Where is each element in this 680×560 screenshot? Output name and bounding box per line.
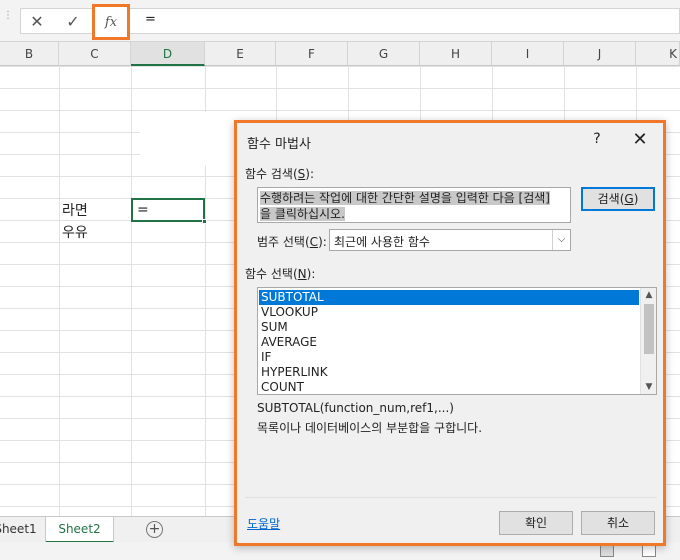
- divider: [245, 497, 657, 498]
- tab-sheet1-label: Sheet1: [0, 522, 37, 536]
- cell-c-milk[interactable]: 우유: [62, 222, 88, 242]
- column-header-c[interactable]: C: [59, 42, 131, 66]
- column-header-g[interactable]: G: [348, 42, 420, 66]
- insert-function-button[interactable]: fx: [92, 4, 130, 40]
- chevron-down-icon[interactable]: ▼: [641, 380, 656, 394]
- function-wizard-dialog: 함수 마법사 ? ✕ 함수 검색(S): 수행하려는 작업에 대한 간단한 설명…: [234, 120, 666, 546]
- function-list-label: 함수 선택(N):: [245, 267, 316, 281]
- active-cell-value: =: [137, 202, 149, 218]
- search-button-label: 검색: [597, 192, 620, 206]
- search-label-text: 함수 검색: [245, 167, 293, 181]
- ok-button[interactable]: 확인: [499, 511, 573, 535]
- grid-line: [59, 66, 60, 516]
- column-header-i[interactable]: I: [492, 42, 564, 66]
- search-placeholder: 수행하려는 작업에 대한 간단한 설명을 입력한 다음 [검색] 을 클릭하십시…: [260, 190, 550, 222]
- column-header-b[interactable]: B: [0, 42, 59, 66]
- help-icon[interactable]: ?: [587, 131, 607, 151]
- function-item-vlookup[interactable]: VLOOKUP: [259, 305, 639, 320]
- cancel-formula-icon[interactable]: ✕: [26, 10, 48, 32]
- function-item-if[interactable]: IF: [259, 350, 639, 365]
- tab-sheet1[interactable]: Sheet1: [0, 517, 46, 543]
- normal-view-icon[interactable]: [600, 545, 614, 557]
- search-button-key: G: [624, 192, 634, 206]
- column-header-k[interactable]: K: [636, 42, 680, 66]
- category-label-text: 범주 선택: [257, 235, 305, 249]
- fill-handle[interactable]: [202, 219, 207, 224]
- column-headers: B C D E F G H I J K: [0, 42, 680, 66]
- chevron-up-icon[interactable]: ▲: [641, 288, 656, 302]
- column-header-e[interactable]: E: [205, 42, 276, 66]
- grid-line: [131, 66, 132, 516]
- search-text-line1: 수행하려는 작업에 대한 간단한 설명을 입력한 다음 [검색]: [260, 191, 550, 205]
- scrollbar-thumb[interactable]: [644, 304, 654, 354]
- search-label-key: S: [297, 167, 306, 181]
- column-header-d[interactable]: D: [131, 42, 205, 66]
- fx-icon: fx: [104, 14, 118, 30]
- function-label-text: 함수 선택: [245, 267, 293, 281]
- column-header-f[interactable]: F: [276, 42, 348, 66]
- category-label-key: C: [309, 235, 319, 249]
- cell-c-ramen[interactable]: 라면: [62, 200, 88, 220]
- function-label-key: N: [297, 267, 307, 281]
- search-button[interactable]: 검색(G): [581, 187, 655, 211]
- dialog-title: 함수 마법사: [247, 137, 311, 152]
- function-list[interactable]: SUBTOTAL VLOOKUP SUM AVERAGE IF HYPERLIN…: [257, 287, 657, 395]
- column-header-j[interactable]: J: [564, 42, 636, 66]
- chevron-down-icon[interactable]: ⌵: [552, 230, 570, 250]
- formula-text: =: [145, 12, 156, 27]
- function-list-scrollbar[interactable]: ▲ ▼: [640, 288, 656, 394]
- function-item-hyperlink[interactable]: HYPERLINK: [259, 365, 639, 380]
- column-header-h[interactable]: H: [420, 42, 492, 66]
- page-layout-view-icon[interactable]: [642, 545, 656, 557]
- category-select[interactable]: 최근에 사용한 함수 ⌵: [329, 229, 571, 251]
- function-search-input[interactable]: 수행하려는 작업에 대한 간단한 설명을 입력한 다음 [검색] 을 클릭하십시…: [257, 187, 571, 223]
- blank-area: [140, 112, 236, 166]
- function-item-subtotal[interactable]: SUBTOTAL: [259, 290, 639, 305]
- function-description: 목록이나 데이터베이스의 부분합을 구합니다.: [257, 421, 483, 435]
- search-label: 함수 검색(S):: [245, 167, 315, 181]
- search-text-line2: 을 클릭하십시오.: [260, 207, 345, 221]
- function-item-average[interactable]: AVERAGE: [259, 335, 639, 350]
- formula-bar: ⋮ ✕ ✓ fx =: [0, 0, 680, 42]
- category-value: 최근에 사용한 함수: [334, 235, 430, 249]
- tab-sheet2[interactable]: Sheet2: [46, 517, 114, 543]
- category-label: 범주 선택(C):: [257, 235, 327, 249]
- active-cell[interactable]: =: [131, 198, 207, 224]
- add-sheet-icon[interactable]: +: [146, 521, 163, 538]
- cancel-button[interactable]: 취소: [581, 511, 655, 535]
- function-signature: SUBTOTAL(function_num,ref1,...): [257, 401, 454, 415]
- function-item-sum[interactable]: SUM: [259, 320, 639, 335]
- help-link[interactable]: 도움말: [247, 515, 280, 532]
- close-icon[interactable]: ✕: [629, 129, 651, 151]
- formula-bar-grip-icon[interactable]: ⋮: [3, 11, 13, 27]
- enter-formula-icon[interactable]: ✓: [62, 10, 84, 32]
- function-item-count[interactable]: COUNT: [259, 380, 639, 394]
